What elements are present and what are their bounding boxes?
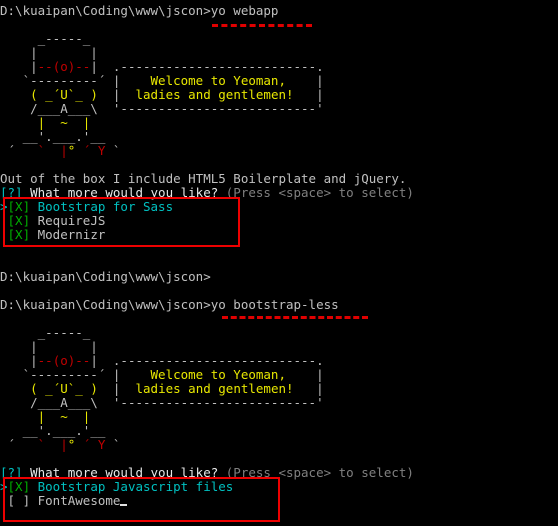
logo-line: __'.___.'__	[0, 423, 106, 438]
annotation-box	[3, 477, 280, 522]
logo-part: __	[0, 129, 38, 144]
intro-text: Out of the box I include HTML5 Boilerpla…	[0, 171, 407, 186]
logo-line: _-----_	[0, 325, 91, 340]
logo-part: /___A___\	[0, 395, 98, 410]
logo-part: __	[0, 423, 38, 438]
logo-part: ´ Y	[82, 437, 113, 452]
logo-line: | |	[0, 339, 98, 354]
annotation-box	[3, 197, 240, 247]
logo-line: | |	[0, 45, 98, 60]
logo-line: /___A___\ '--------------------------'	[0, 102, 324, 116]
shell-prompt: D:\kuaipan\Coding\www\jscon>	[0, 297, 211, 312]
shell-prompt: D:\kuaipan\Coding\www\jscon>	[0, 3, 211, 18]
welcome-box-side: |	[105, 367, 121, 382]
logo-part: '.___.'	[37, 129, 91, 144]
logo-part: ´	[0, 143, 38, 158]
logo-face: ´U`	[52, 87, 76, 102]
logo-line: | ~ |	[0, 409, 91, 424]
welcome-text: Welcome to Yeoman,	[120, 367, 317, 382]
logo-line: ( _´U`_ ) | ladies and gentlemen! |	[0, 88, 324, 102]
logo-part: |	[90, 59, 98, 74]
terminal-window[interactable]: D:\kuaipan\Coding\www\jscon>yo webapp _-…	[0, 0, 558, 526]
logo-line: `---------´ | Welcome to Yeoman, |	[0, 368, 324, 382]
logo-line: /___A___\ '--------------------------'	[0, 396, 324, 410]
shell-prompt-line: D:\kuaipan\Coding\www\jscon>	[0, 269, 211, 284]
logo-part: /___A___\	[0, 101, 98, 116]
welcome-box-side: |	[316, 381, 324, 396]
welcome-text: ladies and gentlemen!	[120, 87, 317, 102]
question-hint: (Press <space> to select)	[218, 185, 414, 200]
logo-line: `---------´ | Welcome to Yeoman, |	[0, 74, 324, 88]
logo-line: ( _´U`_ ) | ladies and gentlemen! |	[0, 382, 324, 396]
logo-part: ´ Y	[82, 143, 113, 158]
welcome-box-bottom: '--------------------------'	[97, 395, 324, 410]
logo-line: | ~ |	[0, 115, 91, 130]
logo-part: ´	[0, 437, 38, 452]
logo-part: `	[112, 437, 121, 452]
annotation-underline	[212, 24, 312, 27]
annotation-underline	[222, 316, 368, 319]
logo-part: |	[0, 59, 38, 74]
welcome-box-side: |	[316, 367, 324, 382]
logo-part: ` |	[37, 143, 68, 158]
logo-part: ` |	[37, 437, 68, 452]
logo-part: `	[112, 143, 121, 158]
logo-part: |	[90, 353, 98, 368]
logo-line: _-----_	[0, 31, 91, 46]
logo-part: __	[90, 423, 106, 438]
command-text: yo webapp	[210, 3, 279, 18]
logo-part: ( _	[0, 87, 53, 102]
logo-part: '.___.'	[37, 423, 91, 438]
logo-part: °	[67, 437, 83, 452]
logo-eyes: --(o)--	[37, 59, 91, 74]
welcome-box-side: |	[316, 87, 324, 102]
logo-line: ´ ` |° ´ Y `	[0, 437, 121, 452]
logo-part: `---------´	[0, 367, 106, 382]
welcome-text: ladies and gentlemen!	[120, 381, 317, 396]
logo-part: °	[67, 143, 83, 158]
logo-part: _ )	[75, 87, 98, 102]
logo-part: `---------´	[0, 73, 106, 88]
command-line-2: D:\kuaipan\Coding\www\jscon>yo bootstrap…	[0, 298, 339, 312]
logo-part: |	[0, 353, 38, 368]
command-line-1: D:\kuaipan\Coding\www\jscon>yo webapp	[0, 4, 278, 18]
welcome-box-side: |	[105, 73, 121, 88]
logo-part: __	[90, 129, 106, 144]
welcome-text: Welcome to Yeoman,	[120, 73, 317, 88]
logo-line: |--(o)--| .--------------------------.	[0, 60, 324, 74]
logo-eyes: --(o)--	[37, 353, 91, 368]
logo-part: _ )	[75, 381, 98, 396]
logo-line: |--(o)--| .--------------------------.	[0, 354, 324, 368]
welcome-box-top: .--------------------------.	[97, 353, 324, 368]
welcome-box-side: |	[316, 73, 324, 88]
welcome-box-top: .--------------------------.	[97, 59, 324, 74]
logo-part: ( _	[0, 381, 53, 396]
command-text: yo bootstrap-less	[210, 297, 339, 312]
welcome-box-bottom: '--------------------------'	[97, 101, 324, 116]
logo-face: ´U`	[52, 381, 76, 396]
logo-line: ´ ` |° ´ Y `	[0, 143, 121, 158]
logo-line: __'.___.'__	[0, 129, 106, 144]
